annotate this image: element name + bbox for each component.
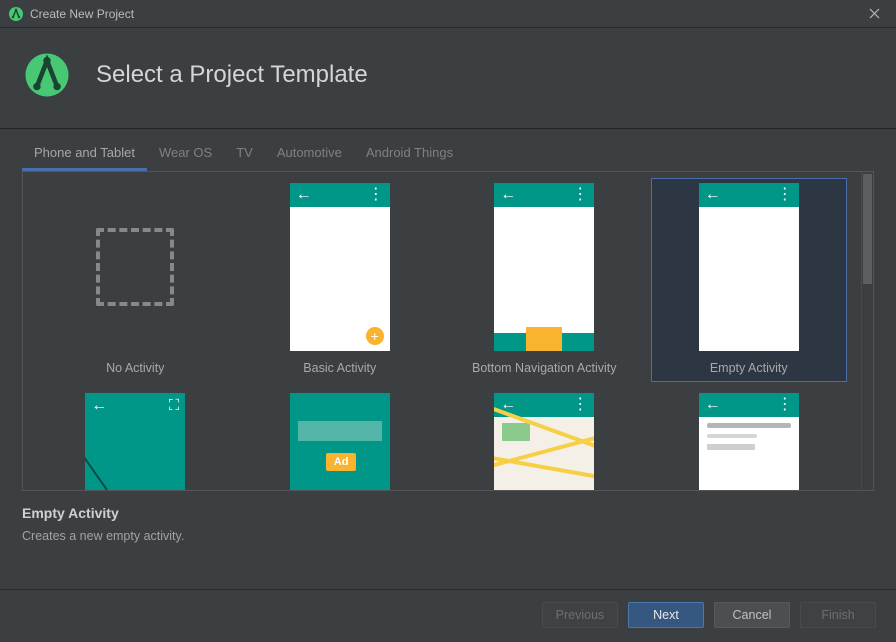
page-header: Select a Project Template <box>0 28 896 129</box>
fab-icon: + <box>366 327 384 345</box>
template-label: Empty Activity <box>710 361 788 377</box>
tab-automotive[interactable]: Automotive <box>265 139 354 171</box>
ad-banner-bg-icon <box>298 421 382 441</box>
template-preview <box>85 183 185 351</box>
tab-wear-os[interactable]: Wear OS <box>147 139 224 171</box>
template-preview: ← ⋮ <box>494 393 594 490</box>
template-label: Bottom Navigation Activity <box>472 361 617 377</box>
back-arrow-icon: ← <box>705 187 721 203</box>
window-title: Create New Project <box>30 7 134 21</box>
template-fullscreen-activity[interactable]: ← ⛶ <box>37 388 234 490</box>
template-label: No Activity <box>106 361 164 377</box>
tab-tv[interactable]: TV <box>224 139 265 171</box>
overflow-menu-icon: ⋮ <box>777 187 793 203</box>
ad-badge-icon: Ad <box>326 453 357 471</box>
template-google-maps-activity[interactable]: ← ⋮ <box>446 388 643 490</box>
template-preview: ← ⋮ <box>494 183 594 351</box>
template-preview: ← ⛶ <box>85 393 185 490</box>
close-icon <box>869 8 880 19</box>
list-placeholder-icon <box>707 423 791 450</box>
template-preview: ← ⋮ Ad <box>290 393 390 490</box>
overflow-menu-icon: ⋮ <box>368 187 384 203</box>
overflow-menu-icon: ⋮ <box>572 187 588 203</box>
template-preview: ← ⋮ + <box>290 183 390 351</box>
template-grid-scrollbar[interactable] <box>861 172 873 490</box>
back-arrow-icon: ← <box>500 187 516 203</box>
tab-android-things[interactable]: Android Things <box>354 139 465 171</box>
wizard-footer: Previous Next Cancel Finish <box>0 589 896 642</box>
bottom-nav-selected-icon <box>526 327 562 351</box>
previous-button[interactable]: Previous <box>542 602 618 628</box>
android-studio-logo-icon <box>8 6 24 22</box>
selected-template-info: Empty Activity Creates a new empty activ… <box>0 491 896 549</box>
template-empty-activity[interactable]: ← ⋮ Empty Activity <box>651 178 848 382</box>
back-arrow-icon: ← <box>91 397 107 415</box>
window-close-button[interactable] <box>860 0 888 28</box>
selected-template-description: Creates a new empty activity. <box>22 529 874 543</box>
template-bottom-navigation-activity[interactable]: ← ⋮ Bottom Navigation Activity <box>446 178 643 382</box>
overflow-menu-icon: ⋮ <box>572 397 588 413</box>
template-preview: ← ⋮ <box>699 393 799 490</box>
template-master-detail-activity[interactable]: ← ⋮ <box>651 388 848 490</box>
template-admob-ads-activity[interactable]: ← ⋮ Ad <box>242 388 439 490</box>
dashed-box-icon <box>96 228 174 306</box>
template-label: Basic Activity <box>303 361 376 377</box>
fullscreen-expand-icon: ⛶ <box>169 397 180 414</box>
selected-template-name: Empty Activity <box>22 505 874 521</box>
back-arrow-icon: ← <box>296 187 312 203</box>
next-button[interactable]: Next <box>628 602 704 628</box>
page-title: Select a Project Template <box>96 61 368 89</box>
back-arrow-icon: ← <box>705 397 721 413</box>
finish-button[interactable]: Finish <box>800 602 876 628</box>
window-titlebar: Create New Project <box>0 0 896 28</box>
template-grid-container: No Activity ← ⋮ + Basic Activity ← ⋮ <box>22 171 874 491</box>
template-basic-activity[interactable]: ← ⋮ + Basic Activity <box>242 178 439 382</box>
cancel-button[interactable]: Cancel <box>714 602 790 628</box>
template-no-activity[interactable]: No Activity <box>37 178 234 382</box>
android-studio-logo-icon <box>24 52 70 98</box>
template-preview: ← ⋮ <box>699 183 799 351</box>
overflow-menu-icon: ⋮ <box>777 397 793 413</box>
tab-phone-and-tablet[interactable]: Phone and Tablet <box>22 139 147 171</box>
template-grid-scroll[interactable]: No Activity ← ⋮ + Basic Activity ← ⋮ <box>23 172 861 490</box>
scrollbar-thumb[interactable] <box>863 174 872 284</box>
device-tabs: Phone and Tablet Wear OS TV Automotive A… <box>0 129 896 171</box>
